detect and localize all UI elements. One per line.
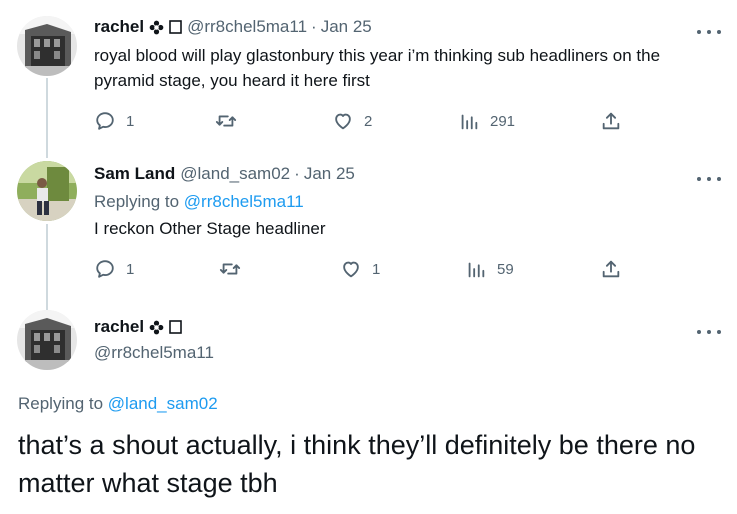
reply-count: 1 bbox=[126, 260, 135, 278]
replying-prefix: Replying to bbox=[18, 394, 108, 413]
replying-to-link[interactable]: @land_sam02 bbox=[108, 394, 218, 413]
separator-dot: · bbox=[294, 164, 300, 183]
action-bar: 1 1 59 bbox=[94, 258, 714, 282]
timestamp[interactable]: Jan 25 bbox=[321, 15, 372, 39]
tweet-header: rachel bbox=[94, 315, 182, 339]
views-icon bbox=[465, 258, 487, 280]
like-button[interactable]: 2 bbox=[332, 110, 372, 132]
tweet-header: Sam Land @land_sam02 · Jan 25 bbox=[94, 162, 355, 186]
tweet-text: I reckon Other Stage headliner bbox=[94, 219, 326, 238]
timestamp[interactable]: Jan 25 bbox=[304, 162, 355, 186]
tweet-text: that’s a shout actually, i think they’ll… bbox=[18, 430, 696, 498]
replying-to: Replying to @land_sam02 bbox=[18, 392, 218, 416]
reply-button[interactable]: 1 bbox=[94, 110, 134, 132]
separator-dot: · bbox=[311, 17, 317, 36]
like-icon bbox=[340, 258, 362, 280]
square-badge-icon bbox=[169, 20, 182, 34]
reply-icon bbox=[94, 258, 116, 280]
views-button[interactable]: 59 bbox=[465, 258, 514, 280]
share-icon bbox=[600, 258, 622, 280]
like-icon bbox=[332, 110, 354, 132]
share-button[interactable] bbox=[600, 258, 622, 280]
tweet-text: royal blood will play glastonbury this y… bbox=[94, 46, 661, 90]
user-handle[interactable]: @rr8chel5ma11 bbox=[187, 15, 307, 39]
flower-badge-icon bbox=[149, 20, 164, 35]
like-button[interactable]: 1 bbox=[340, 258, 380, 280]
replying-to: Replying to @rr8chel5ma11 bbox=[94, 190, 304, 214]
square-badge-icon bbox=[169, 320, 182, 334]
display-name[interactable]: rachel bbox=[94, 15, 144, 39]
user-handle[interactable]: @rr8chel5ma11 bbox=[94, 341, 214, 365]
display-name[interactable]: Sam Land bbox=[94, 162, 175, 186]
tweet[interactable]: Sam Land @land_sam02 · Jan 25 Replying t… bbox=[0, 150, 737, 300]
reply-button[interactable]: 1 bbox=[94, 258, 134, 280]
display-name[interactable]: rachel bbox=[94, 315, 144, 339]
action-bar: 1 2 291 bbox=[94, 110, 714, 134]
reply-icon bbox=[94, 110, 116, 132]
share-icon bbox=[600, 110, 622, 132]
like-count: 1 bbox=[372, 260, 381, 278]
more-icon[interactable] bbox=[697, 324, 721, 340]
like-count: 2 bbox=[364, 112, 373, 130]
retweet-button[interactable] bbox=[219, 258, 251, 280]
user-handle[interactable]: @land_sam02 bbox=[180, 162, 290, 186]
reply-count: 1 bbox=[126, 112, 135, 130]
views-count: 291 bbox=[490, 112, 516, 130]
tweet[interactable]: rachel @rr8chel5ma11 · Jan 25 royal bloo… bbox=[0, 0, 737, 150]
replying-prefix: Replying to bbox=[94, 192, 184, 211]
retweet-icon bbox=[215, 110, 237, 132]
more-icon[interactable] bbox=[697, 171, 721, 187]
handle-row: @rr8chel5ma11 bbox=[94, 341, 214, 365]
views-count: 59 bbox=[497, 260, 514, 278]
views-icon bbox=[458, 110, 480, 132]
replying-to-link[interactable]: @rr8chel5ma11 bbox=[184, 192, 304, 211]
retweet-button[interactable] bbox=[215, 110, 247, 132]
tweet-header: rachel @rr8chel5ma11 · Jan 25 bbox=[94, 15, 372, 39]
more-icon[interactable] bbox=[697, 24, 721, 40]
retweet-icon bbox=[219, 258, 241, 280]
share-button[interactable] bbox=[600, 110, 622, 132]
views-button[interactable]: 291 bbox=[458, 110, 515, 132]
flower-badge-icon bbox=[149, 320, 164, 335]
